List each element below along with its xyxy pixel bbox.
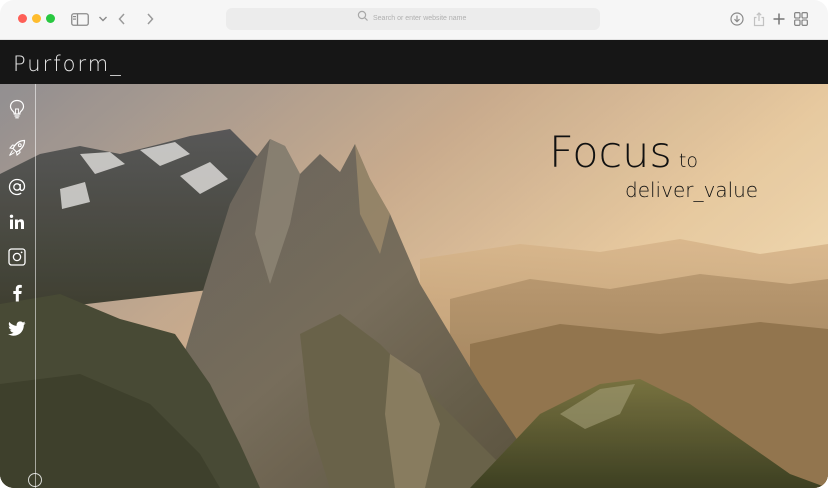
at-icon[interactable]	[0, 173, 34, 201]
scroll-indicator-icon[interactable]	[28, 473, 42, 487]
twitter-icon[interactable]	[0, 314, 34, 342]
zoom-window-button[interactable]	[46, 14, 55, 23]
browser-toolbar: Search or enter website name	[0, 0, 828, 40]
headline-subtitle: deliver_value	[625, 178, 759, 202]
rocket-icon[interactable]	[0, 134, 34, 162]
facebook-icon[interactable]	[0, 279, 34, 307]
address-bar[interactable]: Search or enter website name	[226, 8, 600, 30]
hero-mountain-image	[0, 84, 828, 488]
headline-to: to	[678, 150, 698, 172]
site-logo[interactable]: Purform_	[13, 52, 123, 76]
chevron-down-icon[interactable]	[96, 10, 110, 28]
web-page: Purform_ Focus to deliver_value	[0, 40, 828, 488]
download-icon[interactable]	[729, 10, 745, 28]
search-icon	[357, 10, 368, 21]
forward-icon[interactable]	[142, 10, 158, 28]
instagram-icon[interactable]	[0, 243, 34, 271]
close-window-button[interactable]	[18, 14, 27, 23]
browser-window: Search or enter website name Purform_ Fo…	[0, 0, 828, 488]
hero-headline: Focus to	[549, 130, 698, 176]
share-icon[interactable]	[752, 10, 766, 28]
headline-focus: Focus	[549, 128, 672, 178]
tab-overview-icon[interactable]	[793, 10, 809, 28]
sidebar-icon[interactable]	[70, 10, 90, 28]
back-icon[interactable]	[114, 10, 130, 28]
minimize-window-button[interactable]	[32, 14, 41, 23]
sidebar-divider	[35, 84, 36, 488]
address-placeholder: Search or enter website name	[373, 15, 467, 22]
linkedin-icon[interactable]	[0, 208, 34, 236]
idea-icon[interactable]	[0, 95, 34, 123]
new-tab-icon[interactable]	[772, 10, 786, 28]
site-header: Purform_	[0, 40, 828, 84]
